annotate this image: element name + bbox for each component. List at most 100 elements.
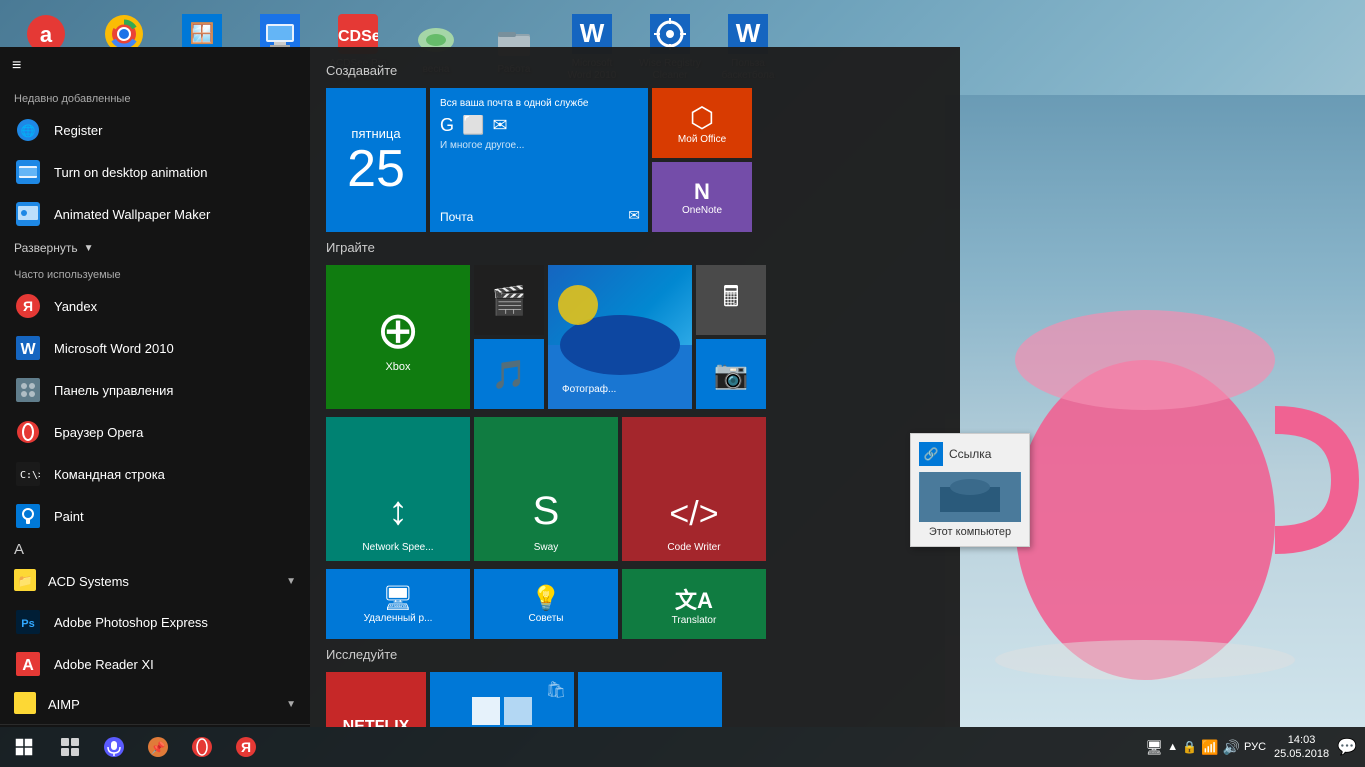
code-writer-icon: </> [669, 495, 718, 534]
menu-item-control-panel[interactable]: Панель управления [0, 369, 310, 411]
mail-subtitle: И многое другое... [440, 140, 638, 151]
svg-text:W: W [20, 341, 36, 358]
menu-item-acd-systems[interactable]: 📁 ACD Systems ▼ [0, 562, 310, 601]
films-tile[interactable]: 🎬 [474, 265, 544, 335]
notification-icon[interactable]: 💬 [1337, 737, 1357, 757]
yandex-menu-icon: Я [14, 292, 42, 320]
menu-item-turn-on[interactable]: Turn on desktop animation [0, 151, 310, 193]
code-writer-tile[interactable]: </> Code Writer [622, 417, 766, 561]
sway-tile[interactable]: S Sway [474, 417, 618, 561]
aimp-label: AIMP [48, 697, 80, 712]
animated-wallpaper-icon [14, 200, 42, 228]
netflix-logo: NETFLIX [343, 718, 410, 727]
menu-item-aimp[interactable]: AIMP ▼ [0, 685, 310, 724]
hamburger-menu[interactable]: ≡ [0, 47, 310, 85]
opera-taskbar-button[interactable] [180, 727, 224, 767]
taskbar-pinned-icons: 📌 Я [48, 727, 268, 767]
network-speed-label: Network Spee... [362, 542, 433, 553]
calculator-icon: 🖩 [723, 276, 740, 324]
start-button[interactable] [0, 727, 48, 767]
yandex-taskbar-button[interactable]: Я [224, 727, 268, 767]
wifi-icon[interactable]: 📶 [1201, 739, 1218, 756]
svg-text:a: a [40, 22, 53, 47]
mail-tile[interactable]: Вся ваша почта в одной службе G ⬜ ✉ И мн… [430, 88, 648, 232]
svg-text:Я: Я [23, 298, 33, 314]
yandex-menu-label: Yandex [54, 299, 97, 314]
microphone-taskbar-button[interactable] [92, 727, 136, 767]
expand-button[interactable]: Развернуть ▼ [0, 235, 310, 261]
create-section-label: Создавайте [326, 63, 944, 78]
ms-store-tile[interactable]: Microsoft Store 🛍 [430, 672, 574, 727]
photos-label: Фотограф... [556, 378, 622, 401]
task-view-button[interactable] [48, 727, 92, 767]
camera-tile[interactable]: 📷 [696, 339, 766, 409]
taskbar-right: 🖥 ▲ 🔒 📶 🔊 РУС 14:03 25.05.2018 💬 [1145, 733, 1365, 762]
translator-icon: 文A [675, 583, 713, 615]
language-label[interactable]: РУС [1244, 741, 1266, 753]
menu-item-cmd[interactable]: C:\> Командная строка [0, 453, 310, 495]
svg-text:W: W [580, 18, 605, 48]
volume-icon[interactable]: 🔊 [1223, 739, 1240, 756]
network-speed-tile[interactable]: ↕ Network Spee... [326, 417, 470, 561]
turn-on-label: Turn on desktop animation [54, 165, 207, 180]
translator-tile[interactable]: 文A Translator [622, 569, 766, 639]
aimp-arrow: ▼ [286, 699, 296, 710]
start-menu-left: ≡ Недавно добавленные 🌐 Register Turn on… [0, 47, 310, 727]
pin-taskbar-button[interactable]: 📌 [136, 727, 180, 767]
svg-text:A: A [22, 657, 34, 674]
photos-tile[interactable]: Фотограф... [548, 265, 692, 409]
svg-text:Ps: Ps [21, 618, 34, 630]
sway-label: Sway [534, 542, 558, 553]
mail-label: Почта [440, 210, 473, 224]
photoshop-express-icon: Ps [14, 608, 42, 636]
remote-desktop-tile[interactable]: 🖥 Удаленный р... [326, 569, 470, 639]
link-popup[interactable]: 🔗 Ссылка Этот компьютер [910, 433, 1030, 547]
menu-item-opera[interactable]: Браузер Opera [0, 411, 310, 453]
tips-tile[interactable]: 💡 Советы [474, 569, 618, 639]
menu-item-word[interactable]: W Microsoft Word 2010 [0, 327, 310, 369]
aimp-icon [14, 692, 36, 717]
link-popup-image [919, 472, 1021, 522]
start-menu: ≡ Недавно добавленные 🌐 Register Turn on… [0, 47, 960, 727]
paint-icon [14, 502, 42, 530]
desktop: a Avast Free Antivirus Google Chrome [0, 0, 1365, 767]
vpn-icon[interactable]: 🔒 [1182, 740, 1197, 754]
menu-item-yandex[interactable]: Я Yandex [0, 285, 310, 327]
tips-icon: 💡 [531, 584, 561, 613]
code-writer-label: Code Writer [667, 542, 720, 553]
network-icon[interactable]: 🖥 [1145, 739, 1163, 756]
taskbar-clock[interactable]: 14:03 25.05.2018 [1274, 733, 1329, 762]
menu-item-adobe-reader[interactable]: A Adobe Reader XI [0, 643, 310, 685]
register-icon: 🌐 [14, 116, 42, 144]
onenote-tile[interactable]: N OneNote [652, 162, 752, 232]
photoshop-express-label: Adobe Photoshop Express [54, 615, 208, 630]
menu-item-photoshop-express[interactable]: Ps Adobe Photoshop Express [0, 601, 310, 643]
expand-tray-icon[interactable]: ▲ [1167, 741, 1178, 753]
link-popup-sublabel: Этот компьютер [919, 526, 1021, 538]
groove-tile[interactable]: 🎵 [474, 339, 544, 409]
opera-menu-label: Браузер Opera [54, 425, 143, 440]
xbox-tile[interactable]: ⊕ Xbox [326, 265, 470, 409]
moi-office-tile[interactable]: ⬡ Мой Office [652, 88, 752, 158]
calculator-tile[interactable]: 🖩 [696, 265, 766, 335]
camera-icon: 📷 [714, 358, 749, 391]
svg-text:📁: 📁 [18, 574, 33, 588]
calendar-tile[interactable]: пятница 25 [326, 88, 426, 232]
turn-on-icon [14, 158, 42, 186]
remote-icon: 🖥 [383, 584, 413, 613]
menu-item-animated[interactable]: Animated Wallpaper Maker [0, 193, 310, 235]
acd-systems-icon: 📁 [14, 569, 36, 594]
svg-text:Я: Я [241, 739, 251, 755]
ms-edge-tile[interactable]: Microsoft Edge [578, 672, 722, 727]
word-menu-label: Microsoft Word 2010 [54, 341, 174, 356]
ms-store-icon [472, 697, 532, 727]
onenote-label: OneNote [682, 205, 722, 216]
cmd-icon: C:\> [14, 460, 42, 488]
netflix-tile[interactable]: NETFLIX Netflix Бесплатно [326, 672, 426, 727]
hamburger-icon: ≡ [12, 57, 21, 75]
time-display: 14:03 [1274, 733, 1329, 747]
svg-text:🌐: 🌐 [21, 124, 36, 138]
opera-menu-icon [14, 418, 42, 446]
menu-item-paint[interactable]: Paint [0, 495, 310, 537]
menu-item-register[interactable]: 🌐 Register [0, 109, 310, 151]
